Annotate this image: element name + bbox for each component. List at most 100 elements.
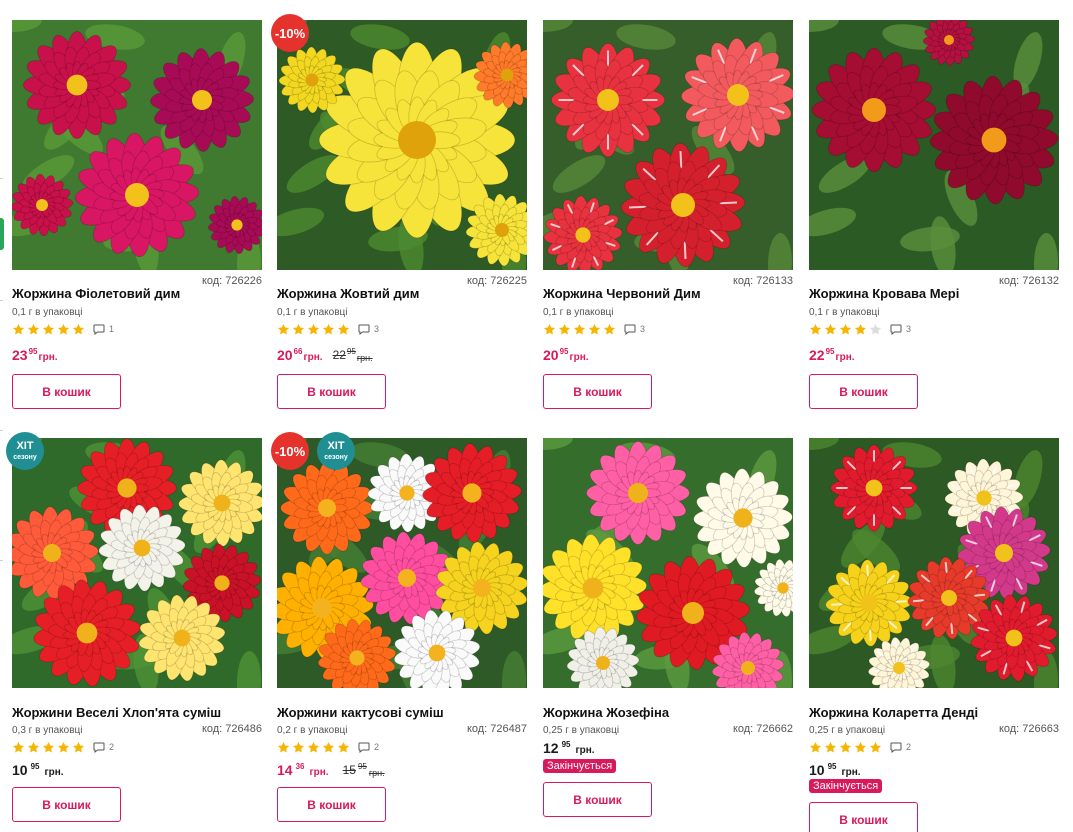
product-image[interactable] [277,20,527,270]
product-title[interactable]: Жоржина Кровава Мері [809,286,1059,301]
price-int: 14 [277,762,293,778]
old-price-dec: 95 [346,347,356,356]
star-icon [809,323,822,334]
review-count: 3 [374,324,380,334]
product-code: код: 726486 [201,723,262,735]
product-title[interactable]: Жоржини Веселі Хлоп'ята суміш [12,705,262,720]
flower-photo [12,438,262,688]
comment-icon [624,324,636,335]
star-icon [573,323,586,334]
product-image[interactable] [277,438,527,688]
price: 12 95 грн. [543,740,595,756]
flower-photo [277,20,527,270]
review-count: 3 [906,324,912,334]
flower-photo [543,438,793,688]
product-image[interactable] [12,20,262,270]
hit-badge-line2: сезону [13,454,37,461]
add-to-cart-button[interactable]: В кошик [277,787,386,822]
left-edge [0,0,6,832]
package-size: 0,1 г в упаковці [277,307,348,318]
hit-badge-line1: ХІТ [16,440,34,452]
flower-photo [809,20,1059,270]
rating: 3 [543,322,645,336]
rating: 2 [809,740,911,754]
product-title[interactable]: Жоржина Жозефіна [543,705,793,720]
package-size: 0,1 г в упаковці [12,307,83,318]
rating: 2 [277,740,379,754]
star-icon [337,323,350,334]
add-to-cart-button[interactable]: В кошик [277,374,386,409]
add-to-cart-button[interactable]: В кошик [12,787,121,822]
price-int: 10 [12,762,28,778]
star-icon [27,741,40,752]
product-title[interactable]: Жоржина Червоний Дим [543,286,793,301]
product-image[interactable] [809,20,1059,270]
star-icon [57,323,70,334]
add-to-cart-button[interactable]: В кошик [12,374,121,409]
star-icon [588,323,601,334]
rating: 2 [12,740,114,754]
star-icon [42,323,55,334]
add-to-cart-button[interactable]: В кошик [543,782,652,817]
star-icon [869,323,882,334]
rating: 1 [12,322,114,336]
comment-icon [93,324,105,335]
price-dec: 95 [561,740,571,749]
old-price-int: 22 [332,348,346,362]
product-title[interactable]: Жоржина Коларетта Денді [809,705,1059,720]
price-currency: грн. [309,767,329,778]
add-to-cart-button[interactable]: В кошик [543,374,652,409]
flower-photo [543,20,793,270]
package-size: 0,25 г в упаковці [809,725,886,736]
add-to-cart-button[interactable]: В кошик [809,374,918,409]
product-image[interactable] [543,20,793,270]
old-price: 22 95 грн. [333,347,373,363]
product-image[interactable] [543,438,793,688]
package-size: 0,1 г в упаковці [809,307,880,318]
star-icon [809,741,822,752]
star-icon [307,323,320,334]
price-int: 20 [543,347,559,363]
price-dec: 95 [559,347,569,356]
review-count: 2 [374,742,380,752]
comment-icon [890,742,902,753]
rating: 3 [277,322,379,336]
price-currency: грн. [38,352,58,363]
old-price-currency: грн. [368,768,385,778]
hit-badge: ХІТ сезону [317,432,355,470]
product-code: код: 726487 [466,723,527,735]
package-size: 0,25 г в упаковці [543,725,620,736]
old-price-dec: 95 [357,762,367,771]
star-icon [322,741,335,752]
star-icon [839,323,852,334]
star-icon [277,741,290,752]
price-currency: грн. [575,745,595,756]
star-icon [322,323,335,334]
discount-badge: -10% [271,432,309,470]
price-dec: 36 [295,762,305,771]
product-title[interactable]: Жоржина Фіолетовий дим [12,286,262,301]
star-icon [824,323,837,334]
star-icon [12,323,25,334]
product-title[interactable]: Жоржини кактусові суміш [277,705,527,720]
price: 20 95 грн. [543,347,589,363]
product-title[interactable]: Жоржина Жовтий дим [277,286,527,301]
review-count: 1 [109,324,115,334]
stock-status-badge: Закінчується [543,759,617,773]
side-tab[interactable] [0,218,4,250]
price-dec: 95 [825,347,835,356]
price-int: 20 [277,347,293,363]
comment-icon [93,742,105,753]
flower-photo [277,438,527,688]
star-icon [839,741,852,752]
add-to-cart-button[interactable]: В кошик [809,802,918,832]
review-count: 3 [640,324,646,334]
product-image[interactable] [809,438,1059,688]
price: 10 95 грн. [809,762,861,778]
product-image[interactable] [12,438,262,688]
price-dec: 95 [827,762,837,771]
divider [0,178,3,179]
discount-badge: -10% [271,14,309,52]
old-price-currency: грн. [356,353,373,363]
price-int: 10 [809,762,825,778]
